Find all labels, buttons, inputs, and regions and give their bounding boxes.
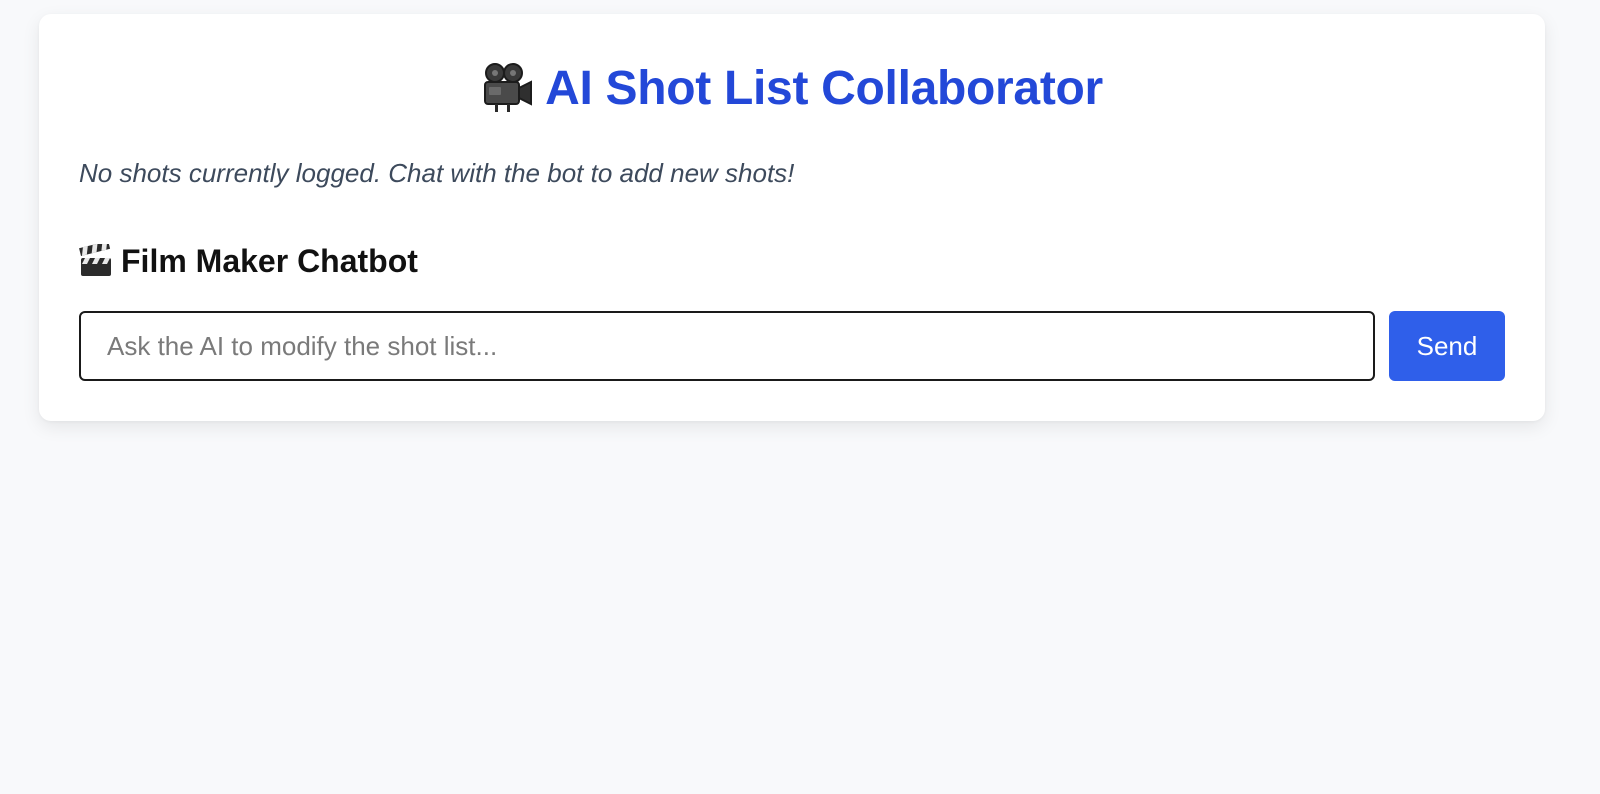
chat-form: Send	[79, 311, 1505, 381]
empty-shot-list-message: No shots currently logged. Chat with the…	[79, 158, 795, 188]
header: AI Shot List Collaborator	[79, 58, 1505, 118]
chat-input[interactable]	[79, 311, 1375, 381]
chatbot-title: Film Maker Chatbot	[121, 242, 418, 279]
chatbot-header: Film Maker Chatbot	[79, 240, 1505, 281]
movie-camera-icon	[481, 62, 535, 114]
main-card: AI Shot List Collaborator No shots curre…	[39, 14, 1545, 421]
page-title: AI Shot List Collaborator	[545, 61, 1103, 115]
send-button[interactable]: Send	[1389, 311, 1505, 381]
clapperboard-icon	[79, 240, 113, 278]
